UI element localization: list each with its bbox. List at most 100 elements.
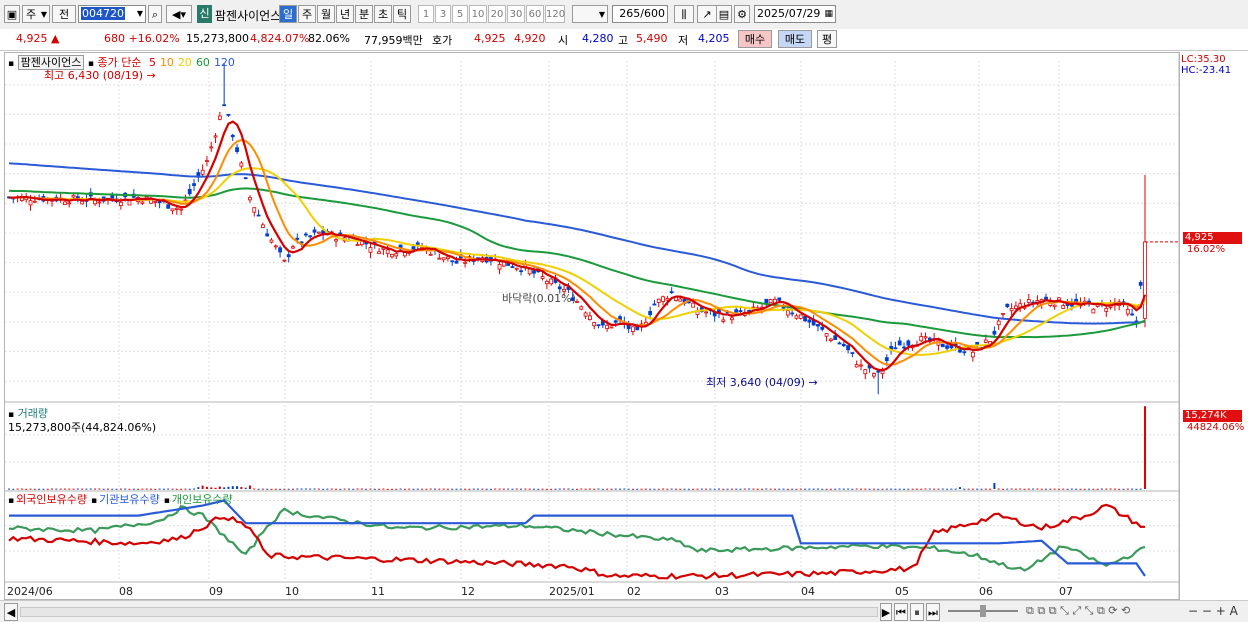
buy-button[interactable]: 매수	[738, 30, 772, 48]
candle-body	[626, 324, 631, 330]
volume-bar	[184, 488, 187, 490]
volume-bar	[631, 488, 634, 490]
code-value: 004720	[81, 7, 125, 20]
period-button-0[interactable]: 일	[279, 5, 297, 23]
volume-bar	[270, 488, 273, 490]
change-pct-value: +16.02%	[128, 32, 180, 45]
candle-body	[730, 317, 734, 321]
ma-line-5	[8, 120, 1147, 372]
prev-button[interactable]: 전	[52, 5, 76, 23]
period-button-1[interactable]: 주	[298, 5, 316, 23]
volume-bar	[614, 488, 617, 490]
candle-body	[803, 316, 807, 322]
volume-bar	[472, 488, 475, 490]
scroll-right-icon[interactable]: ▶	[880, 603, 892, 621]
volume-bar	[528, 488, 531, 490]
count-current: 265	[619, 7, 641, 20]
minute-button-20[interactable]: 20	[488, 5, 506, 23]
volume-bar	[421, 488, 424, 490]
volume-bar	[317, 488, 320, 490]
candle-body	[394, 253, 399, 257]
candle-body	[377, 251, 381, 254]
save-icon[interactable]: ▤	[716, 5, 732, 23]
candle-icon[interactable]: ⫼	[674, 5, 694, 23]
legend-square-icon: ▪	[8, 496, 15, 506]
first-icon[interactable]: ⏮	[894, 603, 908, 621]
volume-bar	[532, 488, 535, 490]
window-icon[interactable]: ▣	[4, 5, 20, 23]
volume-bar	[928, 488, 931, 490]
draw-icon[interactable]: ↗	[697, 5, 717, 23]
volume-bar	[623, 488, 626, 490]
period-button-4[interactable]: 분	[355, 5, 373, 23]
x-tick-label: 03	[715, 585, 729, 598]
minute-button-60[interactable]: 60	[526, 5, 544, 23]
volume-bar	[227, 486, 230, 489]
minute-button-10[interactable]: 10	[469, 5, 487, 23]
period-button-5[interactable]: 초	[374, 5, 392, 23]
volume-bar	[1019, 488, 1022, 490]
candle-body	[291, 246, 295, 249]
code-input[interactable]: 004720 ▼	[78, 5, 146, 23]
minute-button-120[interactable]: 120	[545, 5, 565, 23]
volume-bar	[218, 486, 221, 489]
price-value: 4,925	[16, 32, 48, 45]
volume-bar	[1010, 488, 1013, 490]
volume-bar	[266, 488, 269, 490]
minute-select[interactable]: ▼	[572, 5, 608, 23]
volume-bar	[201, 485, 204, 489]
tool-icons[interactable]: ⧉ ⧉ ⧉ ⤡ ⤢ ⤡ ⧉ ⟳ ⟲	[1026, 604, 1130, 618]
count-input[interactable]: 265/600	[612, 5, 668, 23]
minute-button-5[interactable]: 5	[452, 5, 468, 23]
x-tick-label: 06	[979, 585, 993, 598]
volume-bar	[627, 488, 630, 490]
volume-bar	[1079, 488, 1082, 490]
gear-icon[interactable]: ⚙	[734, 5, 750, 23]
candle-body	[1052, 304, 1057, 308]
volume-bar	[236, 486, 239, 489]
candle-body	[592, 322, 597, 327]
candle-body	[837, 342, 842, 345]
zoom-slider-handle[interactable]	[980, 605, 986, 617]
sell-button[interactable]: 매도	[778, 30, 812, 48]
candle-body	[661, 296, 665, 302]
eval-button[interactable]: 평	[817, 30, 837, 48]
last-icon[interactable]: ⏭	[926, 603, 940, 621]
candle-body	[588, 315, 592, 320]
volume-bar	[838, 488, 841, 490]
scroll-left-icon[interactable]: ◀	[4, 603, 18, 621]
volume-bar	[571, 488, 574, 490]
scrollbar-track[interactable]	[20, 607, 878, 617]
volume-bar	[847, 488, 850, 490]
volume-bar	[89, 488, 92, 490]
volume-bar	[808, 488, 811, 490]
volume-bar	[240, 486, 243, 489]
volume-bar	[210, 487, 213, 489]
candle-body	[833, 335, 838, 340]
speaker-icon[interactable]: ◀▾	[166, 5, 192, 23]
volume-bar	[68, 488, 71, 490]
chart-area[interactable]: 2024/0608091011122025/0102030405060707/2…	[4, 52, 1180, 600]
candle-body	[230, 134, 235, 138]
date-input[interactable]: 2025/07/29 ▦	[754, 5, 836, 23]
candle-body	[127, 200, 132, 206]
volume-bar	[171, 488, 174, 490]
candle-body	[170, 208, 175, 212]
candle-body	[824, 333, 829, 337]
period-button-3[interactable]: 년	[336, 5, 354, 23]
volume-bar	[894, 488, 897, 490]
candle-body	[583, 312, 588, 317]
pause-icon[interactable]: ⏸	[910, 603, 924, 621]
market-select[interactable]: 주 ▼	[22, 5, 50, 23]
chart-svg[interactable]: 2024/0608091011122025/0102030405060707/2…	[5, 53, 1179, 599]
minute-button-1[interactable]: 1	[418, 5, 434, 23]
volume-bar	[778, 488, 781, 490]
period-button-2[interactable]: 월	[317, 5, 335, 23]
volume-bar	[425, 488, 428, 490]
volume-bar	[576, 488, 578, 490]
zoom-controls[interactable]: − − + A	[1188, 604, 1238, 618]
minute-button-30[interactable]: 30	[507, 5, 525, 23]
minute-button-3[interactable]: 3	[435, 5, 451, 23]
period-button-6[interactable]: 틱	[393, 5, 411, 23]
search-icon[interactable]: ⌕	[148, 5, 162, 23]
